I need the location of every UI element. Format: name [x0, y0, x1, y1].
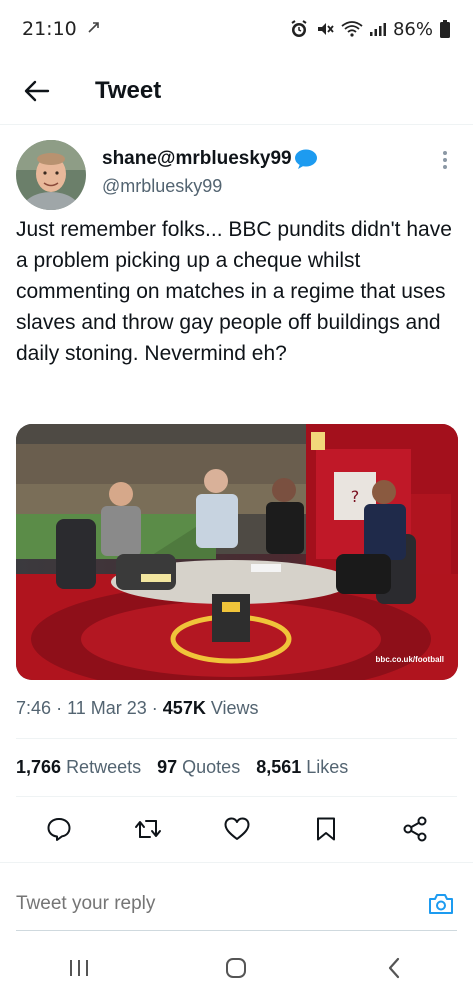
- speech-bubble-emoji-icon: [294, 148, 318, 170]
- home-icon: [226, 958, 247, 978]
- svg-text:?: ?: [351, 487, 360, 506]
- mute-icon: [315, 19, 335, 39]
- battery-icon: [439, 19, 451, 39]
- status-icons: 86%: [289, 19, 451, 40]
- missed-call-icon: [87, 20, 101, 38]
- back-button[interactable]: [15, 69, 59, 113]
- likes-count: 8,561: [256, 757, 302, 777]
- camera-button[interactable]: [425, 888, 457, 920]
- recent-apps-button[interactable]: [49, 946, 109, 990]
- wifi-icon: [341, 20, 363, 38]
- views-count: 457K: [162, 698, 206, 718]
- tweet-image[interactable]: ? bbc.co.uk/football: [16, 424, 458, 680]
- tweet-time: 7:46: [16, 698, 52, 718]
- divider: [16, 738, 457, 739]
- bookmark-icon: [316, 817, 335, 841]
- comment-icon: [47, 818, 70, 841]
- tweet-author: shane@mrbluesky99 @mrbluesky99: [16, 140, 457, 212]
- battery-percent: 86%: [392, 18, 433, 40]
- likes-stat[interactable]: 8,561 Likes: [256, 757, 348, 778]
- meta-separator: ·: [56, 698, 68, 718]
- views-label: Views: [210, 698, 259, 718]
- alarm-icon: [289, 19, 309, 39]
- chevron-left-icon: [389, 957, 400, 979]
- camera-icon: [429, 894, 453, 914]
- tweet-stats: 1,766 Retweets 97 Quotes 8,561 Likes: [16, 757, 348, 778]
- page-title: Tweet: [95, 77, 162, 104]
- divider: [0, 862, 473, 863]
- retweet-icon: [134, 820, 161, 838]
- status-time: 21:10: [22, 18, 77, 40]
- quotes-label: Quotes: [182, 757, 241, 777]
- recent-apps-icon: [69, 960, 88, 976]
- arrow-left-icon: [24, 80, 50, 102]
- quotes-count: 97: [157, 757, 178, 777]
- tweet-text: Just remember folks... BBC pundits didn'…: [16, 218, 452, 365]
- share-icon: [403, 816, 426, 842]
- status-bar: 21:10 86%: [0, 0, 473, 58]
- divider: [0, 124, 473, 125]
- media-watermark: bbc.co.uk/football: [375, 655, 444, 664]
- reply-button[interactable]: [39, 809, 79, 849]
- retweets-count: 1,766: [16, 757, 62, 777]
- likes-label: Likes: [306, 757, 349, 777]
- more-vertical-icon: [443, 151, 447, 169]
- divider: [16, 796, 457, 797]
- quotes-stat[interactable]: 97 Quotes: [157, 757, 240, 778]
- action-bar: [0, 806, 473, 852]
- heart-icon: [224, 817, 249, 840]
- share-button[interactable]: [395, 809, 435, 849]
- header: Tweet: [0, 62, 473, 120]
- retweet-button[interactable]: [128, 809, 168, 849]
- divider: [16, 930, 457, 931]
- more-options-button[interactable]: [433, 148, 457, 172]
- reply-input[interactable]: [16, 893, 425, 915]
- user-handle[interactable]: @mrbluesky99: [102, 176, 318, 197]
- meta-separator: ·: [151, 698, 163, 718]
- system-nav-bar: [0, 938, 473, 998]
- tweet-date[interactable]: 11 Mar 23: [67, 698, 147, 718]
- retweets-stat[interactable]: 1,766 Retweets: [16, 757, 141, 778]
- reply-bar: [0, 878, 473, 930]
- retweets-label: Retweets: [66, 757, 142, 777]
- system-back-button[interactable]: [364, 946, 424, 990]
- tweet-meta: 7:46 · 11 Mar 23 · 457K Views: [16, 698, 259, 719]
- display-name[interactable]: shane@mrbluesky99: [102, 148, 292, 170]
- home-button[interactable]: [206, 946, 266, 990]
- bookmark-button[interactable]: [306, 809, 346, 849]
- like-button[interactable]: [217, 809, 257, 849]
- avatar[interactable]: [16, 140, 86, 210]
- signal-icon: [369, 21, 387, 37]
